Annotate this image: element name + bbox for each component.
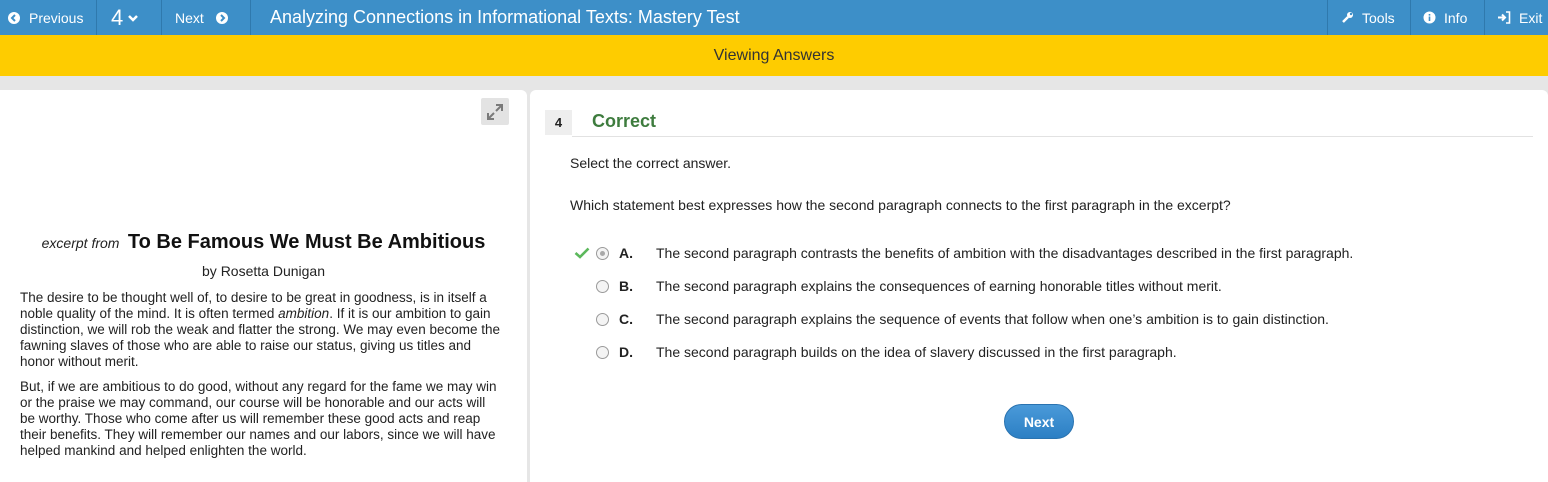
info-icon — [1423, 11, 1436, 24]
paragraph-1-emphasis: ambition — [278, 306, 330, 321]
option-text: The second paragraph explains the sequen… — [656, 311, 1329, 327]
question-number: 4 — [111, 4, 124, 30]
next-button[interactable]: Next — [1004, 404, 1074, 439]
passage-title: To Be Famous We Must Be Ambitious — [127, 231, 486, 253]
passage-paragraph-2: But, if we are ambitious to do good, wit… — [20, 379, 497, 458]
info-button[interactable]: Info — [1410, 0, 1484, 35]
previous-label: Previous — [29, 9, 84, 26]
answer-option-a[interactable]: A. The second paragraph contrasts the be… — [574, 243, 1474, 263]
tools-label: Tools — [1362, 9, 1395, 26]
instruction-text: Select the correct answer. — [570, 155, 732, 171]
divider — [572, 136, 1533, 137]
next-nav-label: Next — [175, 9, 204, 26]
radio-button-d[interactable] — [596, 345, 609, 359]
check-icon — [574, 247, 596, 259]
viewing-answers-banner: Viewing Answers — [0, 35, 1548, 76]
radio-button-c[interactable] — [596, 312, 609, 326]
info-label: Info — [1444, 9, 1468, 26]
answer-option-c[interactable]: C. The second paragraph explains the seq… — [574, 309, 1474, 329]
radio-button-a[interactable] — [596, 246, 609, 260]
option-letter: A. — [619, 245, 633, 261]
chevron-down-icon — [128, 14, 139, 22]
passage-panel: excerpt from To Be Famous We Must Be Amb… — [0, 90, 527, 482]
passage-byline: by Rosetta Dunigan — [202, 263, 325, 279]
answer-option-b[interactable]: B. The second paragraph explains the con… — [574, 276, 1474, 296]
option-text: The second paragraph builds on the idea … — [656, 344, 1177, 360]
option-letter: C. — [619, 311, 633, 327]
question-number-badge: 4 — [545, 110, 572, 135]
option-letter: D. — [619, 344, 633, 360]
question-panel: 4 Correct Select the correct answer. Whi… — [530, 90, 1548, 482]
exit-button[interactable]: Exit — [1484, 0, 1548, 35]
expand-button[interactable] — [481, 98, 509, 125]
wrench-icon — [1341, 11, 1354, 24]
passage-heading: excerpt from To Be Famous We Must Be Amb… — [0, 231, 527, 254]
exit-label: Exit — [1519, 9, 1543, 26]
test-title: Analyzing Connections in Informational T… — [270, 7, 740, 27]
arrow-left-circle-icon — [8, 11, 20, 24]
sign-out-icon — [1497, 11, 1511, 24]
arrow-right-circle-icon — [215, 11, 228, 24]
top-nav-bar: Previous 4 Next Analyzing Connections in… — [0, 0, 1548, 35]
radio-button-b[interactable] — [596, 279, 609, 293]
previous-button[interactable]: Previous — [0, 0, 97, 35]
next-nav-button[interactable]: Next — [162, 0, 251, 35]
answer-option-d[interactable]: D. The second paragraph builds on the id… — [574, 342, 1474, 362]
question-selector[interactable]: 4 — [97, 0, 162, 35]
excerpt-from-label: excerpt from — [41, 235, 120, 251]
expand-icon — [487, 103, 503, 120]
option-text: The second paragraph explains the conseq… — [656, 278, 1222, 294]
option-letter: B. — [619, 278, 633, 294]
tools-button[interactable]: Tools — [1327, 0, 1410, 35]
passage-paragraph-1: The desire to be thought well of, to des… — [20, 290, 500, 370]
option-text: The second paragraph contrasts the benef… — [656, 245, 1354, 261]
question-prompt: Which statement best expresses how the s… — [570, 197, 1231, 213]
answer-status: Correct — [592, 111, 657, 131]
